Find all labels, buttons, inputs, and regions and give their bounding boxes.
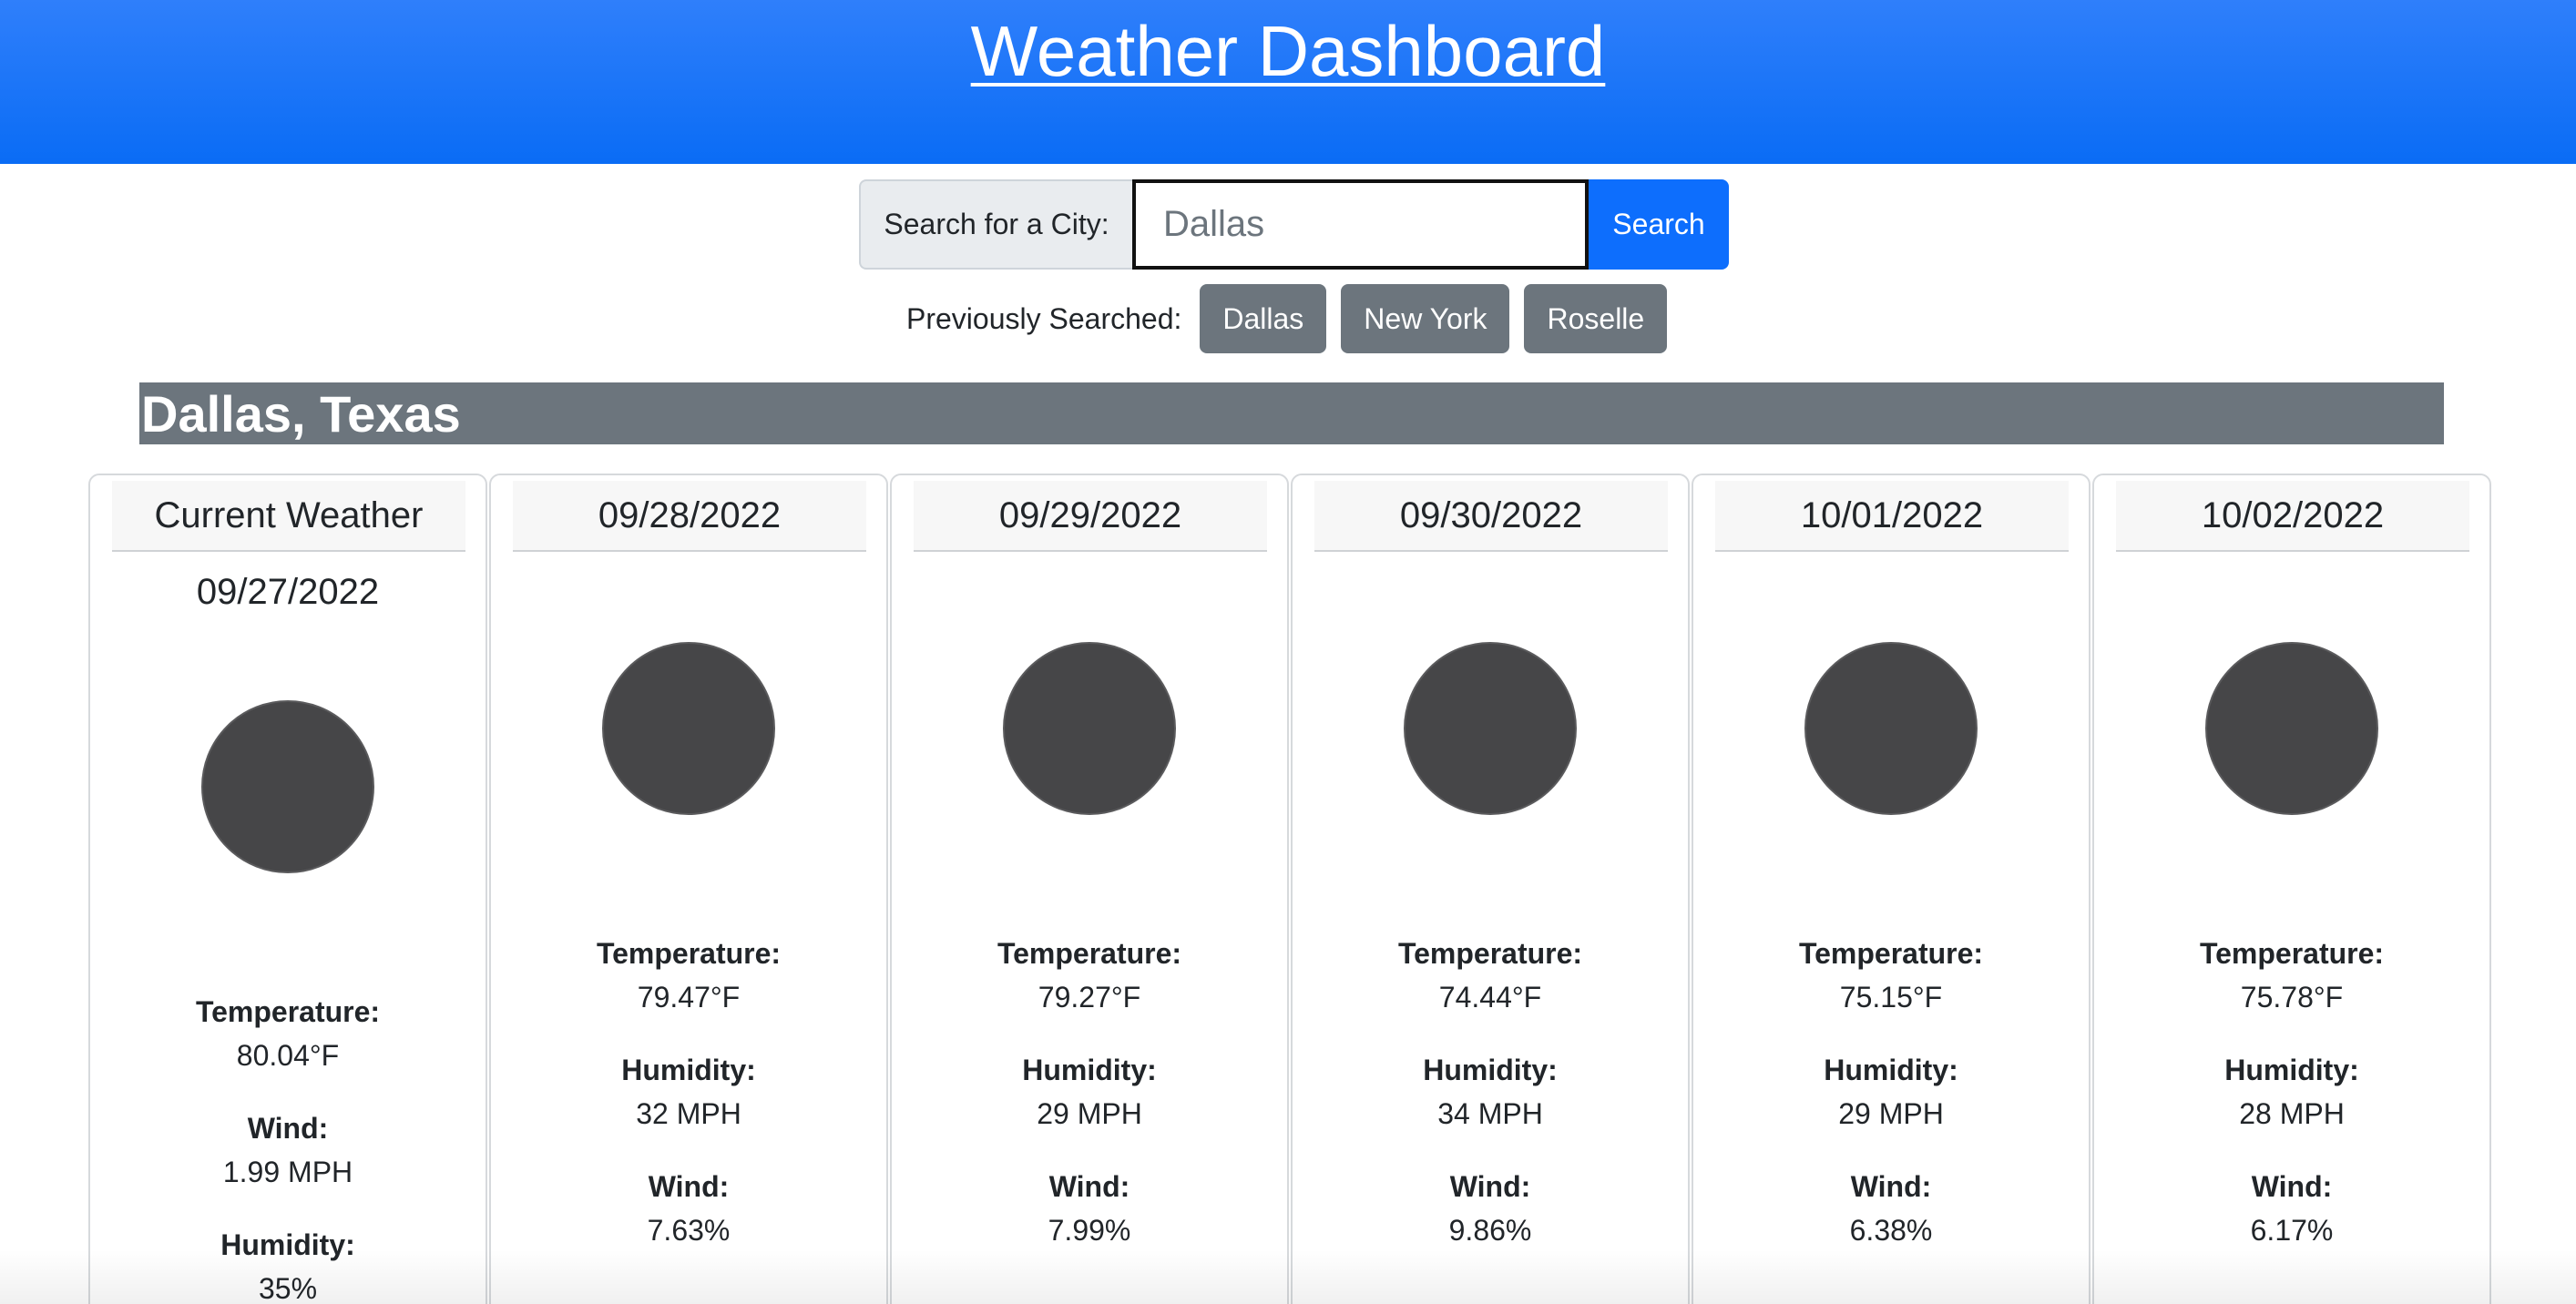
humidity-label: Humidity: — [2224, 1054, 2359, 1086]
forecast-date: 09/29/2022 — [914, 481, 1267, 552]
forecast-card: 10/01/2022 Temperature: 75.15°F Humidity… — [1692, 474, 2090, 1304]
search-history: Previously Searched: Dallas New York Ros… — [906, 284, 1682, 353]
weather-icon — [1404, 642, 1577, 815]
current-date: 09/27/2022 — [196, 572, 380, 612]
humidity-value: 32 MPH — [636, 1097, 741, 1130]
current-weather-card: Current Weather 09/27/2022 Temperature: … — [88, 474, 487, 1304]
forecast-date: 10/02/2022 — [2116, 481, 2469, 552]
wind-label: Wind: — [1449, 1170, 1531, 1203]
temperature-value: 74.44°F — [1438, 981, 1542, 1014]
search-label: Search for a City: — [859, 179, 1132, 270]
page-title: Weather Dashboard — [970, 11, 1606, 91]
search-form: Search for a City: Search — [859, 179, 1729, 270]
humidity-label: Humidity: — [1423, 1054, 1558, 1086]
history-button-roselle[interactable]: Roselle — [1524, 284, 1668, 353]
wind-label: Wind: — [1048, 1170, 1130, 1203]
forecast-card: 10/02/2022 Temperature: 75.78°F Humidity… — [2092, 474, 2491, 1304]
weather-cards: Current Weather 09/27/2022 Temperature: … — [88, 474, 2493, 1304]
temperature-label: Temperature: — [2199, 937, 2385, 970]
search-button[interactable]: Search — [1589, 179, 1729, 270]
weather-dashboard-page: Weather Dashboard Search for a City: Sea… — [0, 0, 2576, 1304]
temperature-value: 75.15°F — [1839, 981, 1943, 1014]
forecast-card: 09/29/2022 Temperature: 79.27°F Humidity… — [890, 474, 1289, 1304]
humidity-value: 29 MPH — [1037, 1097, 1142, 1130]
city-search-input[interactable] — [1132, 179, 1589, 270]
history-label: Previously Searched: — [906, 301, 1182, 335]
weather-icon — [1804, 642, 1978, 815]
forecast-stats: Temperature: 75.78°F Humidity: 28 MPH Wi… — [2094, 932, 2489, 1281]
wind-value: 6.38% — [1849, 1214, 1933, 1247]
weather-icon — [1003, 642, 1176, 815]
wind-value: 6.17% — [2250, 1214, 2334, 1247]
forecast-stats: Temperature: 74.44°F Humidity: 34 MPH Wi… — [1293, 932, 1688, 1281]
forecast-date: 10/01/2022 — [1715, 481, 2069, 552]
humidity-value: 34 MPH — [1437, 1097, 1543, 1130]
city-banner: Dallas, Texas — [139, 382, 2444, 444]
humidity-label: Humidity: — [220, 1228, 355, 1261]
humidity-value: 35% — [258, 1272, 318, 1304]
card-header: Current Weather — [112, 481, 465, 552]
current-stats: Temperature: 80.04°F Wind: 1.99 MPH Humi… — [90, 990, 486, 1304]
history-button-dallas[interactable]: Dallas — [1200, 284, 1327, 353]
forecast-stats: Temperature: 79.27°F Humidity: 29 MPH Wi… — [892, 932, 1287, 1281]
city-name: Dallas, Texas — [141, 385, 461, 443]
history-button-new-york[interactable]: New York — [1341, 284, 1510, 353]
weather-icon — [201, 700, 374, 873]
wind-value: 7.99% — [1048, 1214, 1131, 1247]
humidity-label: Humidity: — [1022, 1054, 1157, 1086]
humidity-label: Humidity: — [621, 1054, 756, 1086]
forecast-stats: Temperature: 79.47°F Humidity: 32 MPH Wi… — [491, 932, 886, 1281]
wind-label: Wind: — [247, 1112, 329, 1145]
temperature-label: Temperature: — [997, 937, 1182, 970]
page-header: Weather Dashboard — [0, 0, 2576, 164]
temperature-value: 75.78°F — [2240, 981, 2344, 1014]
wind-value: 1.99 MPH — [222, 1156, 353, 1188]
temperature-value: 80.04°F — [236, 1039, 340, 1072]
temperature-value: 79.47°F — [637, 981, 741, 1014]
temperature-label: Temperature: — [195, 995, 381, 1028]
temperature-label: Temperature: — [1798, 937, 1984, 970]
forecast-card: 09/28/2022 Temperature: 79.47°F Humidity… — [489, 474, 888, 1304]
temperature-label: Temperature: — [596, 937, 782, 970]
wind-value: 7.63% — [647, 1214, 731, 1247]
forecast-date: 09/30/2022 — [1314, 481, 1668, 552]
humidity-label: Humidity: — [1824, 1054, 1958, 1086]
weather-icon — [602, 642, 775, 815]
weather-icon — [2205, 642, 2378, 815]
forecast-date: 09/28/2022 — [513, 481, 866, 552]
wind-label: Wind: — [2251, 1170, 2333, 1203]
humidity-value: 28 MPH — [2239, 1097, 2345, 1130]
temperature-label: Temperature: — [1397, 937, 1583, 970]
wind-label: Wind: — [1850, 1170, 1932, 1203]
temperature-value: 79.27°F — [1038, 981, 1141, 1014]
humidity-value: 29 MPH — [1838, 1097, 1944, 1130]
wind-value: 9.86% — [1448, 1214, 1532, 1247]
wind-label: Wind: — [648, 1170, 730, 1203]
forecast-stats: Temperature: 75.15°F Humidity: 29 MPH Wi… — [1693, 932, 2089, 1281]
forecast-card: 09/30/2022 Temperature: 74.44°F Humidity… — [1291, 474, 1690, 1304]
